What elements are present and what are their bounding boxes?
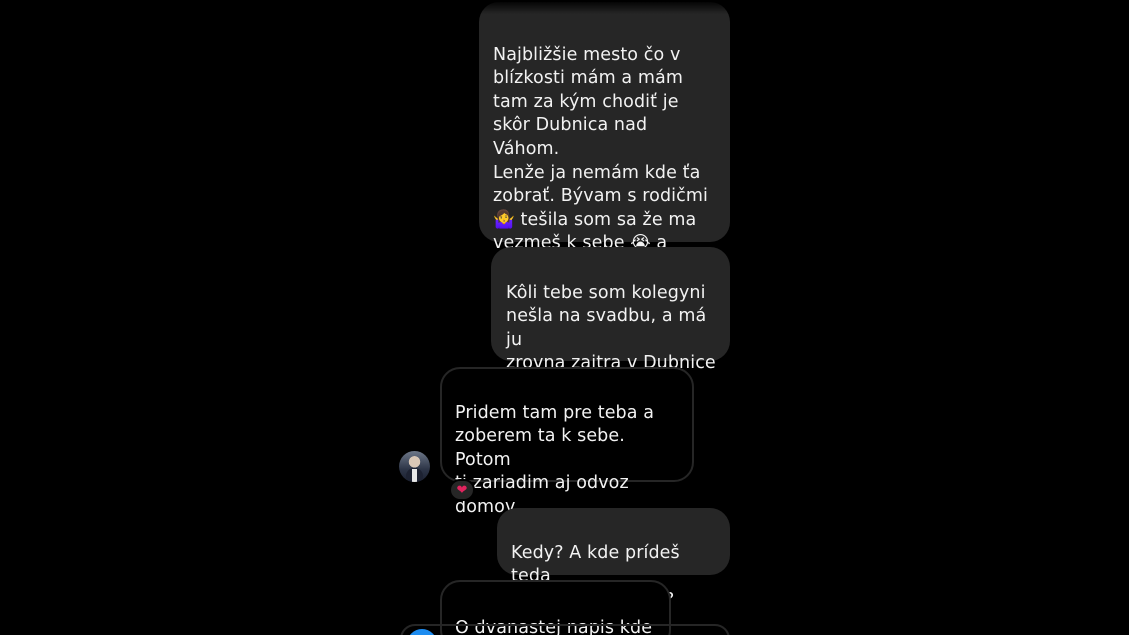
top-fade xyxy=(0,0,1129,14)
message-bubble-outgoing[interactable]: Kôli tebe som kolegyni nešla na svadbu, … xyxy=(491,247,730,397)
message-bubble-outgoing[interactable]: Najbližšie mesto čo v blízkosti mám a má… xyxy=(479,2,730,301)
avatar-shirt-shape xyxy=(412,469,417,482)
message-bubble-incoming[interactable]: Pridem tam pre teba a zoberem ta k sebe.… xyxy=(440,367,694,517)
chat-screen: Najbližšie mesto čo v blízkosti mám a má… xyxy=(0,0,1129,635)
next-message-bubble-edge xyxy=(400,624,730,635)
heart-reaction-icon[interactable]: ❤ xyxy=(449,479,475,501)
reaction-glyph: ❤ xyxy=(456,482,468,498)
message-bubble-outgoing[interactable]: Kedy? A kde prídeš teda po mňa? O koľkej… xyxy=(497,508,730,610)
contact-avatar[interactable] xyxy=(399,451,430,482)
message-text: Pridem tam pre teba a zoberem ta k sebe.… xyxy=(455,402,655,517)
